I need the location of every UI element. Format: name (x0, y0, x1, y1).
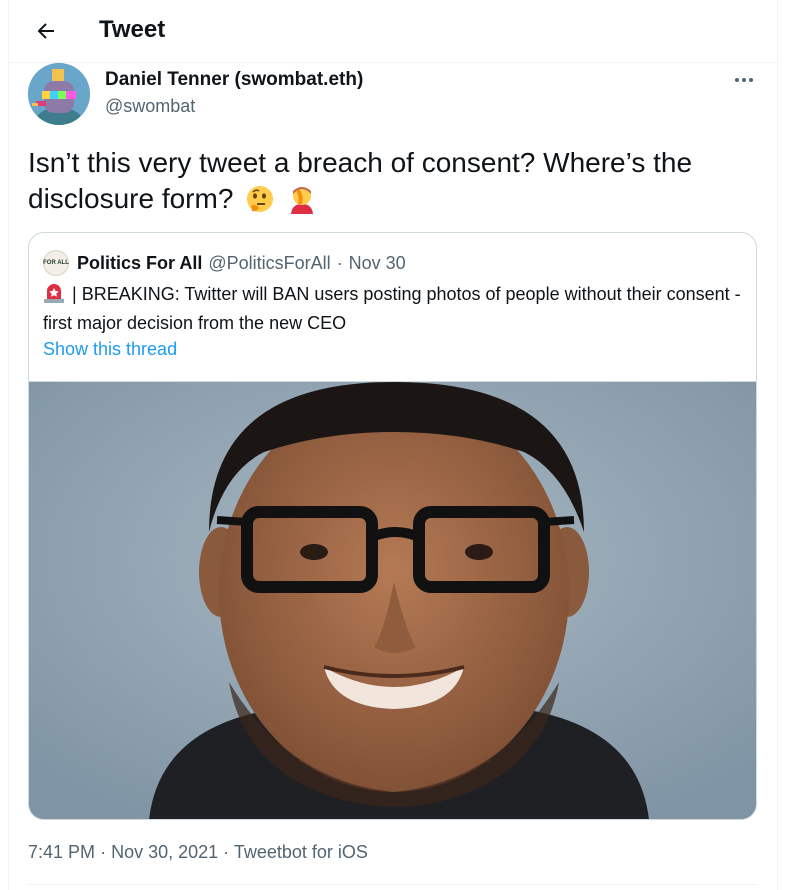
thinking-face-icon (245, 184, 275, 223)
show-thread-link[interactable]: Show this thread (43, 337, 177, 361)
divider (28, 884, 758, 885)
author-handle[interactable]: @swombat (105, 95, 195, 117)
tweet-metadata: 7:41 PM · Nov 30, 2021 · Tweetbot for iO… (28, 840, 368, 864)
quoted-tweet-text: | BREAKING: Twitter will BAN users posti… (43, 284, 741, 333)
tweet-detail-page: Tweet Daniel Tenner (swombat.eth) @swomb… (8, 0, 778, 890)
tweet-time[interactable]: 7:41 PM (28, 842, 95, 862)
more-horizontal-icon (735, 78, 753, 82)
arrow-left-icon (37, 23, 54, 39)
more-options-button[interactable] (729, 68, 759, 92)
tweet-text: Isn’t this very tweet a breach of consen… (28, 147, 693, 214)
quoted-separator: · (336, 252, 343, 273)
quoted-author-avatar[interactable]: FOR ALL (43, 250, 69, 276)
tweet-date[interactable]: Nov 30, 2021 (111, 842, 218, 862)
quoted-tweet-body: | BREAKING: Twitter will BAN users posti… (43, 281, 743, 336)
quoted-date[interactable]: Nov 30 (349, 253, 406, 274)
quoted-tweet-photo[interactable] (29, 381, 756, 819)
tweet-source[interactable]: Tweetbot for iOS (234, 842, 368, 862)
author-name[interactable]: Daniel Tenner (swombat.eth) (105, 69, 363, 91)
page-title: Tweet (99, 16, 166, 43)
quoted-author-name[interactable]: Politics For All (77, 253, 202, 274)
quoted-tweet-header: FOR ALL Politics For All @PoliticsForAll… (43, 249, 406, 277)
meta-separator: · (100, 842, 107, 862)
meta-separator: · (223, 842, 230, 862)
quoted-author-handle[interactable]: @PoliticsForAll (208, 253, 330, 274)
back-button[interactable] (29, 14, 63, 48)
facepalm-icon (287, 184, 317, 223)
tweet-body: Isn’t this very tweet a breach of consen… (28, 145, 758, 223)
page-header: Tweet (9, 0, 777, 63)
author-avatar[interactable] (28, 63, 90, 125)
police-light-icon (43, 283, 65, 310)
quoted-tweet-card[interactable]: FOR ALL Politics For All @PoliticsForAll… (28, 232, 757, 820)
